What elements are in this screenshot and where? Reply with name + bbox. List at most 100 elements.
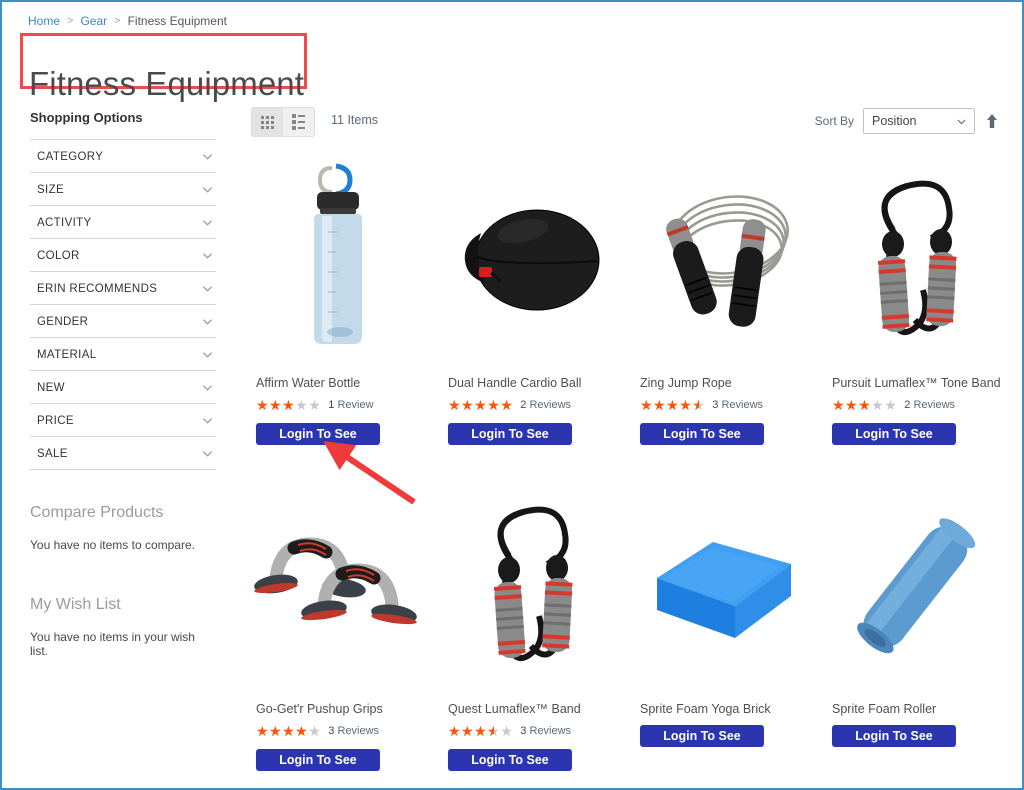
login-to-see-button[interactable]: Login To See: [448, 423, 572, 445]
product-name[interactable]: Go-Get'r Pushup Grips: [256, 702, 441, 717]
product-name[interactable]: Quest Lumaflex™ Band: [448, 702, 633, 717]
filter-label: ACTIVITY: [37, 216, 92, 229]
filter-label: SALE: [37, 447, 68, 460]
filter-label: PRICE: [37, 414, 74, 427]
star-rating-icon: ★★★★★★★★★★: [256, 723, 322, 739]
chevron-down-icon: [201, 216, 214, 229]
review-count[interactable]: 3 Reviews: [520, 725, 571, 737]
list-view-icon[interactable]: [283, 108, 314, 136]
product-name[interactable]: Zing Jump Rope: [640, 376, 825, 391]
sort-select-value: Position: [872, 114, 917, 128]
sort-select[interactable]: Position: [863, 108, 975, 134]
login-to-see-button[interactable]: Login To See: [256, 423, 380, 445]
product-name[interactable]: Affirm Water Bottle: [256, 376, 441, 391]
chevron-down-icon: [956, 116, 967, 127]
compare-products-empty-text: You have no items to compare.: [30, 538, 195, 552]
product-name[interactable]: Sprite Foam Roller: [832, 702, 1017, 717]
filter-item-price[interactable]: PRICE: [30, 404, 216, 437]
chevron-down-icon: [201, 183, 214, 196]
wishlist-block: My Wish List You have no items in your w…: [30, 596, 216, 658]
filter-label: ERIN RECOMMENDS: [37, 282, 158, 295]
product-card[interactable]: Dual Handle Cardio Ball ★★★★★ ★★★★★ 2 Revie…: [443, 157, 633, 445]
filter-item-sale[interactable]: SALE: [30, 437, 216, 470]
star-rating-icon: ★★★★★★★★★★: [256, 397, 322, 413]
filter-item-color[interactable]: COLOR: [30, 239, 216, 272]
breadcrumb-home[interactable]: Home: [28, 14, 60, 28]
product-grid: Affirm Water Bottle ★★★★★★★★★★ 1 Review Log…: [251, 157, 1013, 771]
view-mode-switcher: [251, 107, 315, 137]
foam-roller-image[interactable]: [827, 483, 1003, 688]
chevron-down-icon: [201, 447, 214, 460]
compare-products-block: Compare Products You have no items to co…: [30, 504, 216, 552]
pushup-grips-image[interactable]: [251, 483, 427, 688]
product-rating: ★★★★★★★★★★ 2 Reviews: [448, 398, 633, 412]
jump-rope-image[interactable]: [635, 157, 811, 362]
water-bottle-image[interactable]: [251, 157, 427, 362]
review-count[interactable]: 1 Review: [328, 399, 373, 411]
product-rating: ★★★★★★★★★★ 3 Reviews: [448, 724, 633, 738]
yoga-brick-image[interactable]: [635, 483, 811, 688]
login-to-see-button[interactable]: Login To See: [832, 423, 956, 445]
product-toolbar: 11 Items Sort By Position: [251, 107, 1008, 139]
product-card[interactable]: Sprite Foam Yoga Brick Login To See: [635, 483, 825, 771]
breadcrumb-separator: >: [67, 15, 74, 27]
breadcrumb-gear[interactable]: Gear: [80, 14, 107, 28]
chevron-down-icon: [201, 282, 214, 295]
page-title: Fitness Equipment: [29, 65, 304, 103]
filter-label: COLOR: [37, 249, 80, 262]
filter-label: SIZE: [37, 183, 64, 196]
shopping-options-heading: Shopping Options: [30, 110, 143, 125]
filter-item-material[interactable]: MATERIAL: [30, 338, 216, 371]
product-name[interactable]: Pursuit Lumaflex™ Tone Band: [832, 376, 1017, 391]
product-card[interactable]: Go-Get'r Pushup Grips ★★★★★★★★★★ 3 Reviews…: [251, 483, 441, 771]
product-card[interactable]: Quest Lumaflex™ Band ★★★★★★★★★★ 3 Reviews L…: [443, 483, 633, 771]
sidebar: Shopping Options CATEGORY SIZE ACTIVITY COL…: [30, 110, 216, 658]
wishlist-title: My Wish List: [30, 596, 121, 613]
list-glyph: [292, 114, 305, 130]
login-to-see-button[interactable]: Login To See: [448, 749, 572, 771]
product-card[interactable]: Sprite Foam Roller Login To See: [827, 483, 1017, 771]
star-rating-icon: ★★★★★★★★★★: [832, 397, 898, 413]
login-to-see-button[interactable]: Login To See: [256, 749, 380, 771]
arrow-up-icon[interactable]: [984, 111, 999, 131]
filter-item-size[interactable]: SIZE: [30, 173, 216, 206]
breadcrumb: Home > Gear > Fitness Equipment: [28, 14, 227, 28]
review-count[interactable]: 3 Reviews: [328, 725, 379, 737]
filter-item-category[interactable]: CATEGORY: [30, 140, 216, 173]
product-name[interactable]: Dual Handle Cardio Ball: [448, 376, 633, 391]
login-to-see-button[interactable]: Login To See: [640, 725, 764, 747]
quest-band-image[interactable]: [443, 483, 619, 688]
chevron-down-icon: [201, 315, 214, 328]
filter-label: CATEGORY: [37, 150, 104, 163]
breadcrumb-separator: >: [114, 15, 121, 27]
review-count[interactable]: 2 Reviews: [904, 399, 955, 411]
chevron-down-icon: [201, 381, 214, 394]
filter-item-gender[interactable]: GENDER: [30, 305, 216, 338]
sort-controls: Sort By Position: [815, 108, 999, 134]
review-count[interactable]: 3 Reviews: [712, 399, 763, 411]
login-to-see-button[interactable]: Login To See: [832, 725, 956, 747]
grid-glyph: [261, 115, 274, 129]
chevron-down-icon: [201, 348, 214, 361]
filter-label: MATERIAL: [37, 348, 97, 361]
filter-item-erin-recommends[interactable]: ERIN RECOMMENDS: [30, 272, 216, 305]
sort-by-label: Sort By: [814, 114, 854, 128]
grid-view-icon[interactable]: [252, 108, 283, 136]
review-count[interactable]: 2 Reviews: [520, 399, 571, 411]
cardio-ball-image[interactable]: [443, 157, 619, 362]
product-name[interactable]: Sprite Foam Yoga Brick: [640, 702, 825, 717]
filter-item-new[interactable]: NEW: [30, 371, 216, 404]
product-card[interactable]: Affirm Water Bottle ★★★★★★★★★★ 1 Review Log…: [251, 157, 441, 445]
product-card[interactable]: Pursuit Lumaflex™ Tone Band ★★★★★★★★★★ 2 R…: [827, 157, 1017, 445]
filter-label: NEW: [37, 381, 65, 394]
product-rating: ★★★★★★★★★★ 3 Reviews: [640, 398, 825, 412]
filter-label: GENDER: [37, 315, 89, 328]
product-card[interactable]: Zing Jump Rope ★★★★★★★★★★ 3 Reviews Login T…: [635, 157, 825, 445]
chevron-down-icon: [201, 150, 214, 163]
filter-item-activity[interactable]: ACTIVITY: [30, 206, 216, 239]
login-to-see-button[interactable]: Login To See: [640, 423, 764, 445]
compare-products-title: Compare Products: [30, 504, 164, 521]
star-rating-icon: ★★★★★★★★★★: [448, 723, 514, 739]
resistance-band-image[interactable]: [827, 157, 1003, 362]
star-rating-icon: ★★★★★★★★★★: [640, 397, 706, 413]
